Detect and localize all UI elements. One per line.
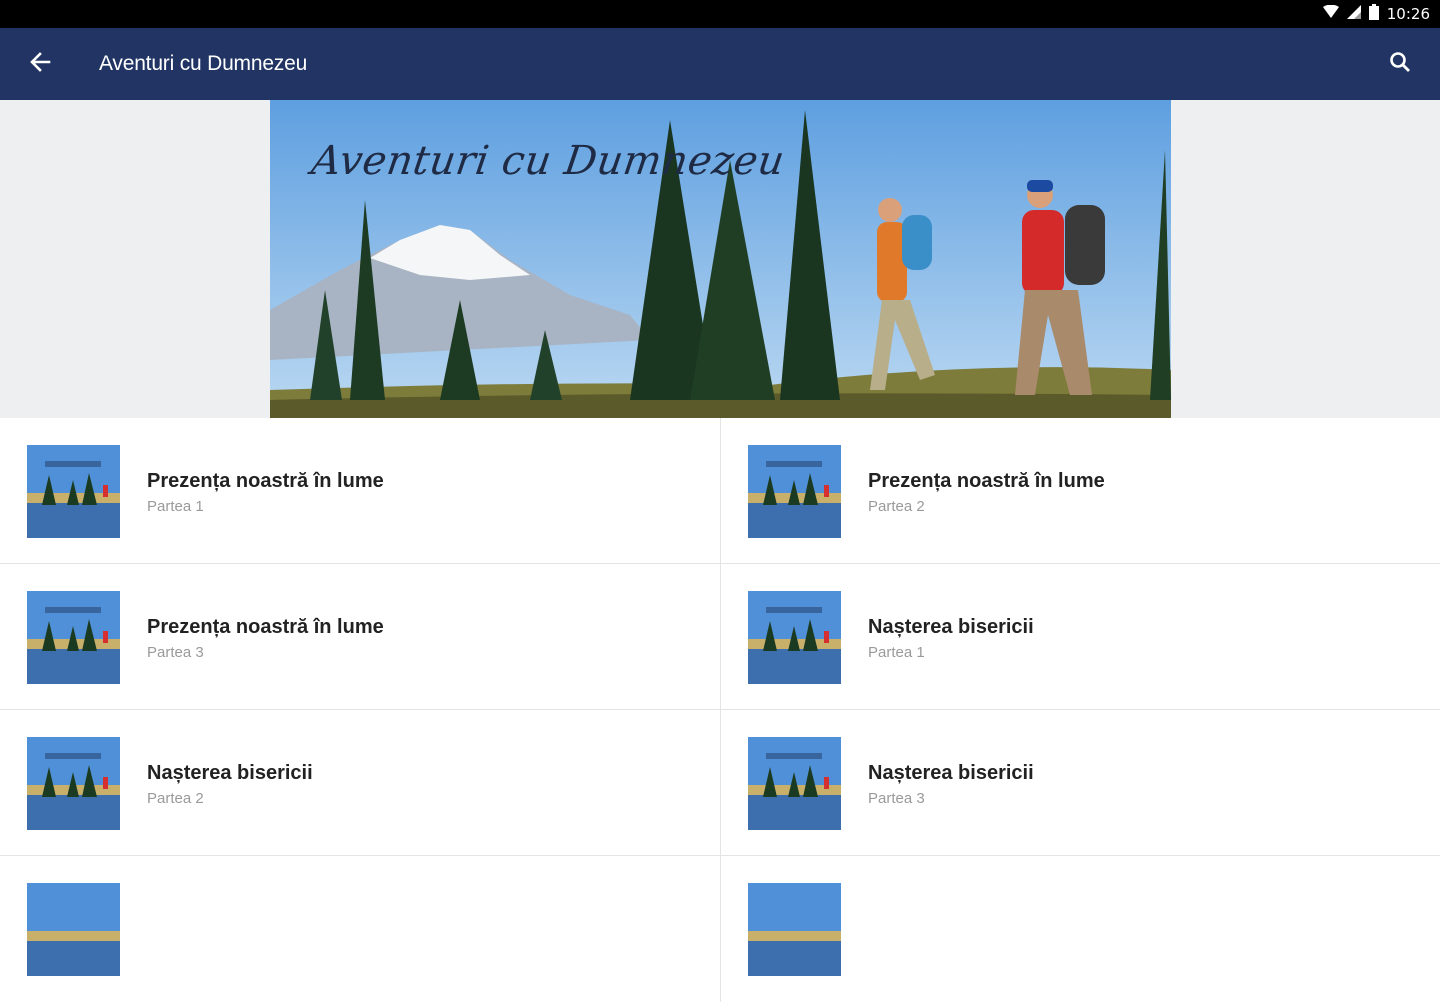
item-subtitle: Partea 1 (868, 644, 925, 661)
item-title: Prezența noastră în lume (147, 616, 384, 638)
arrow-left-icon (29, 51, 51, 78)
list-item[interactable]: Nașterea bisericii Partea 2 (0, 710, 720, 856)
banner-caption: Aventuri cu Dumnezeu (308, 138, 788, 184)
episode-grid: Prezența noastră în lume Partea 1 Prezen… (0, 418, 1440, 1002)
status-icons: 10:26 (1322, 3, 1430, 25)
search-icon (1389, 51, 1411, 78)
item-title: Nașterea bisericii (147, 762, 313, 784)
list-item[interactable] (0, 856, 720, 1002)
app-bar: Aventuri cu Dumnezeu (0, 28, 1440, 100)
signal-icon (1346, 4, 1361, 24)
list-item[interactable] (720, 856, 1440, 1002)
battery-icon (1368, 3, 1379, 25)
back-button[interactable] (18, 42, 62, 86)
item-subtitle: Partea 1 (147, 498, 204, 515)
episode-thumbnail (748, 883, 841, 976)
item-title: Nașterea bisericii (868, 762, 1034, 784)
list-item[interactable]: Prezența noastră în lume Partea 2 (720, 418, 1440, 564)
episode-thumbnail (27, 737, 120, 830)
banner-image: Aventuri cu Dumnezeu (270, 100, 1171, 418)
status-time: 10:26 (1386, 5, 1430, 23)
item-title: Nașterea bisericii (868, 616, 1034, 638)
search-button[interactable] (1378, 42, 1422, 86)
list-item[interactable]: Nașterea bisericii Partea 1 (720, 564, 1440, 710)
app-title: Aventuri cu Dumnezeu (99, 52, 308, 75)
episode-thumbnail (748, 591, 841, 684)
list-item[interactable]: Nașterea bisericii Partea 3 (720, 710, 1440, 856)
item-subtitle: Partea 3 (868, 790, 925, 807)
list-item[interactable]: Prezența noastră în lume Partea 3 (0, 564, 720, 710)
item-subtitle: Partea 2 (147, 790, 204, 807)
episode-thumbnail (27, 591, 120, 684)
banner-area: Aventuri cu Dumnezeu (0, 100, 1440, 418)
episode-thumbnail (27, 445, 120, 538)
item-title: Prezența noastră în lume (868, 470, 1105, 492)
episode-thumbnail (748, 737, 841, 830)
item-subtitle: Partea 2 (868, 498, 925, 515)
wifi-icon (1322, 4, 1339, 24)
item-subtitle: Partea 3 (147, 644, 204, 661)
episode-thumbnail (748, 445, 841, 538)
list-item[interactable]: Prezența noastră în lume Partea 1 (0, 418, 720, 564)
status-bar: 10:26 (0, 0, 1440, 28)
episode-thumbnail (27, 883, 120, 976)
item-title: Prezența noastră în lume (147, 470, 384, 492)
